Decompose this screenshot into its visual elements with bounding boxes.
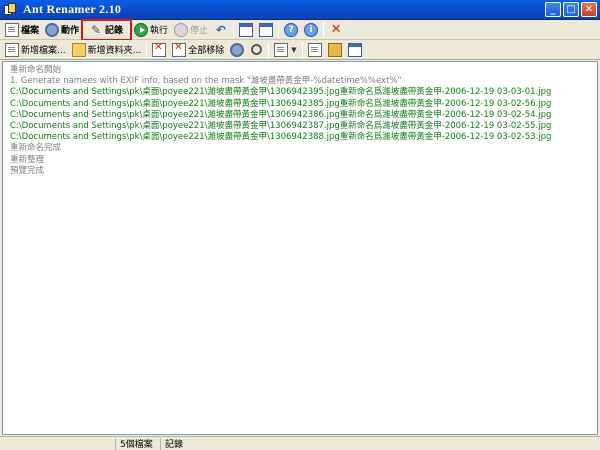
search-icon [251, 44, 263, 55]
remove-all-icon [172, 42, 187, 57]
window-controls: _ □ ✕ [545, 2, 597, 17]
add-folder-button[interactable]: 新增資料夾... [69, 41, 145, 59]
files-icon [5, 22, 19, 37]
save-list-button[interactable] [325, 41, 345, 59]
close-button[interactable]: ✕ [581, 2, 597, 17]
help-icon: ? [284, 22, 299, 37]
stop-label: 停止 [190, 26, 209, 36]
toolbar-separator [278, 21, 280, 38]
list-options-button[interactable] [345, 41, 365, 59]
status-mode: 記錄 [165, 440, 184, 450]
log-line: C:\Documents and Settings\pk\桌面\poyee221… [10, 87, 552, 98]
save-icon [327, 42, 342, 57]
toolbar-separator [128, 21, 130, 38]
log-line: C:\Documents and Settings\pk\桌面\poyee221… [10, 132, 552, 143]
stop-icon [174, 22, 189, 37]
toolbar-separator [301, 41, 303, 58]
window-icon [239, 22, 254, 37]
tab-log-label: 記錄 [105, 26, 124, 36]
toolbar-separator [146, 41, 148, 58]
tab-log[interactable]: ✎ 記錄 [86, 21, 126, 39]
app-icon [3, 2, 17, 17]
toolbar-separator [233, 21, 235, 38]
load-list-button[interactable] [305, 41, 325, 59]
run-label: 執行 [150, 26, 169, 36]
main-toolbar: 檔案 動作 ✎ 記錄 執行 停止 ↶ ? i ✕ [0, 20, 600, 40]
about-icon: i [304, 22, 319, 37]
log-line: C:\Documents and Settings\pk\桌面\poyee221… [10, 98, 552, 109]
toolbar-separator [268, 41, 270, 58]
toolbar-separator [323, 21, 325, 38]
run-button[interactable]: 執行 [131, 21, 171, 39]
chevron-down-icon: ▼ [291, 45, 297, 54]
log-line: 1. Generate namees with EXIF info, based… [10, 76, 402, 87]
log-icon: ✎ [91, 22, 102, 37]
options-button[interactable] [256, 21, 276, 39]
tab-files[interactable]: 檔案 [2, 21, 42, 39]
tab-files-label: 檔案 [21, 26, 40, 36]
undo-icon: ↶ [216, 22, 227, 37]
log-line: C:\Documents and Settings\pk\桌面\poyee221… [10, 121, 552, 132]
log-line: 重新命名開始 [10, 65, 62, 75]
remove-selected-icon [152, 42, 167, 57]
window-title: Ant Renamer 2.10 [23, 2, 122, 16]
add-files-icon [5, 42, 19, 57]
log-line: 重新整理 [10, 154, 45, 165]
status-file-count: 5個檔案 [116, 437, 161, 450]
status-bar: 5個檔案 記錄 [0, 436, 600, 450]
log-panel[interactable]: 重新命名開始 1. Generate namees with EXIF info… [2, 61, 598, 435]
maximize-button[interactable]: □ [563, 2, 579, 17]
remove-all-button[interactable]: 全部移除 [169, 41, 227, 59]
about-button[interactable]: i [301, 21, 321, 39]
run-icon [134, 22, 149, 37]
add-folder-label: 新增資料夾... [87, 46, 142, 56]
exit-icon: ✕ [330, 21, 342, 37]
files-toolbar: 新增檔案... 新增資料夾... 全部移除 ▼ [0, 40, 600, 60]
minimize-button[interactable]: _ [545, 2, 561, 17]
exit-button[interactable]: ✕ [326, 21, 346, 39]
help-button[interactable]: ? [281, 21, 301, 39]
remove-selected-button[interactable] [149, 41, 169, 59]
search-button[interactable] [247, 41, 266, 59]
list-options-icon [347, 42, 362, 57]
log-line: C:\Documents and Settings\pk\桌面\poyee221… [10, 109, 552, 120]
stop-button[interactable]: 停止 [171, 21, 211, 39]
add-files-label: 新增檔案... [21, 46, 66, 56]
remove-dead-button[interactable] [227, 41, 247, 59]
move-icon [274, 42, 289, 57]
add-folder-icon [71, 42, 86, 57]
undo-button[interactable]: ↶ [211, 21, 231, 39]
options-icon [259, 22, 274, 37]
actions-icon [45, 22, 60, 37]
log-line: 重新命名完成 [10, 143, 62, 154]
add-files-button[interactable]: 新增檔案... [2, 41, 69, 59]
tab-actions[interactable]: 動作 [42, 21, 82, 39]
log-line: 預覽完成 [10, 165, 45, 176]
title-bar: Ant Renamer 2.10 _ □ ✕ [0, 0, 600, 20]
window-button[interactable] [236, 21, 256, 39]
remove-all-label: 全部移除 [188, 46, 225, 56]
move-menu-button[interactable]: ▼ [271, 41, 299, 59]
status-cell-empty [0, 437, 116, 450]
tab-actions-label: 動作 [61, 26, 80, 36]
remove-dead-icon [230, 42, 245, 57]
load-list-icon [307, 42, 322, 57]
